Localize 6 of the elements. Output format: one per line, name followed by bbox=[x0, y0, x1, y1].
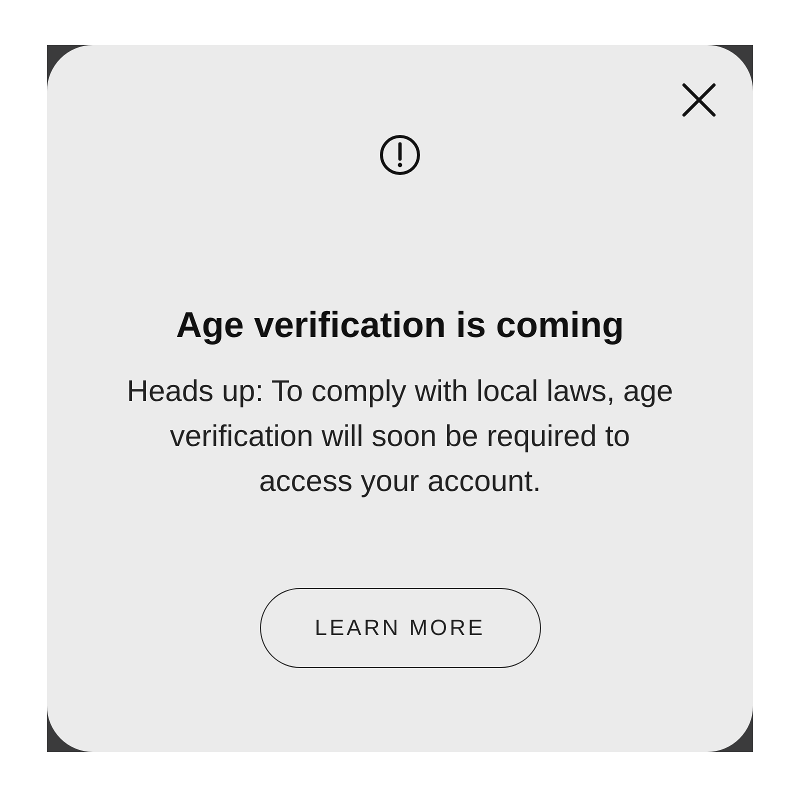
alert-icon bbox=[379, 134, 421, 176]
dialog-title: Age verification is coming bbox=[176, 303, 624, 347]
close-icon bbox=[681, 82, 717, 118]
learn-more-button[interactable]: LEARN MORE bbox=[260, 588, 540, 668]
dialog-message: Heads up: To comply with local laws, age verification will soon be required to access your account. bbox=[126, 374, 674, 500]
close-button[interactable] bbox=[681, 82, 717, 118]
